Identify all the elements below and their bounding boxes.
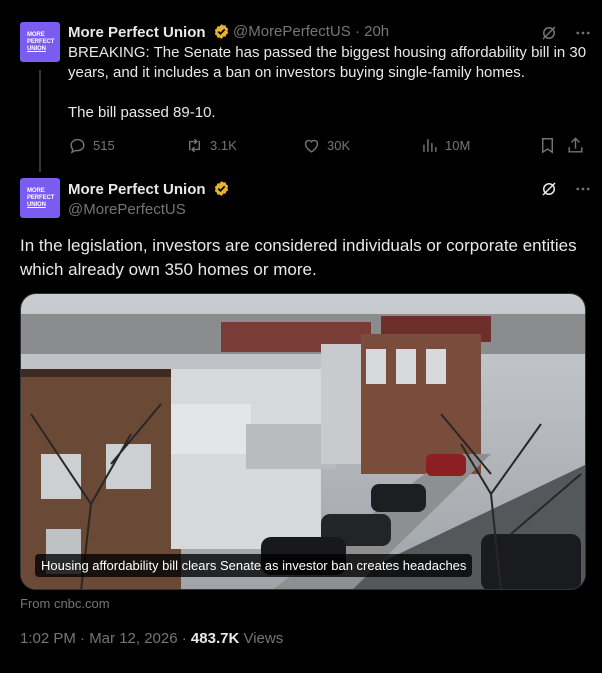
tweet1-author-name[interactable]: More Perfect Union <box>68 23 230 41</box>
bookmark-icon <box>542 138 553 154</box>
link-card-title: Housing affordability bill clears Senate… <box>35 554 473 577</box>
views-count: 483.7K <box>190 630 240 647</box>
tweet2-author-name[interactable]: More Perfect Union <box>68 180 230 198</box>
share-button[interactable] <box>566 136 591 155</box>
tweet1-paragraph: The bill passed 89-10. <box>68 104 216 121</box>
verified-badge-icon <box>214 24 228 39</box>
share-icon <box>568 137 583 153</box>
thread-connector <box>39 70 41 172</box>
repost-icon <box>189 138 200 153</box>
tweet2-body: In the legislation, investors are consid… <box>20 236 577 279</box>
views-button[interactable]: 10M <box>420 136 470 155</box>
tweet1-top-actions <box>540 24 592 42</box>
avatar-logo-line: MORE <box>27 32 45 38</box>
verified-badge-icon <box>214 181 228 196</box>
tweet2-meta: 1:02 PM · Mar 12, 2026 · 483.7K Views <box>20 630 283 647</box>
avatar[interactable]: MORE PERFECT UNION <box>20 178 60 218</box>
grok-icon[interactable] <box>540 24 558 42</box>
repost-button[interactable]: 3.1K <box>185 136 237 155</box>
tweet1-action-bar: 515 3.1K 30K 10M <box>68 136 588 158</box>
views-label: Views <box>239 630 284 647</box>
avatar-logo-line: PERFECT <box>27 195 55 201</box>
bookmark-button[interactable] <box>538 136 563 155</box>
link-source[interactable]: From cnbc.com <box>20 596 110 611</box>
grok-icon[interactable] <box>540 180 558 198</box>
avatar-logo-line: UNION <box>27 202 46 208</box>
avatar[interactable]: MORE PERFECT UNION <box>20 22 60 62</box>
tweet2-handle[interactable]: @MorePerfectUS <box>68 201 186 218</box>
link-card-image[interactable]: Housing affordability bill clears Senate… <box>20 293 586 590</box>
tweet1-body: BREAKING: The Senate has passed the bigg… <box>68 43 588 143</box>
avatar-logo-line: PERFECT <box>27 39 55 45</box>
street-houses-photo <box>21 294 585 589</box>
avatar-logo-line: MORE <box>27 188 45 194</box>
tweet1-handle-time[interactable]: @MorePerfectUS · 20h <box>233 23 389 40</box>
tweet2-top-actions <box>540 180 592 198</box>
reply-icon <box>70 138 85 154</box>
reply-button[interactable]: 515 <box>68 136 115 155</box>
avatar-logo-line: UNION <box>27 46 46 52</box>
analytics-icon <box>423 139 437 152</box>
more-options-icon[interactable] <box>574 180 592 198</box>
more-options-icon[interactable] <box>574 24 592 42</box>
tweet1-paragraph: BREAKING: The Senate has passed the bigg… <box>68 44 587 81</box>
like-button[interactable]: 30K <box>302 136 350 155</box>
heart-icon <box>304 139 319 153</box>
timestamp[interactable]: 1:02 PM · Mar 12, 2026 · <box>20 630 191 647</box>
